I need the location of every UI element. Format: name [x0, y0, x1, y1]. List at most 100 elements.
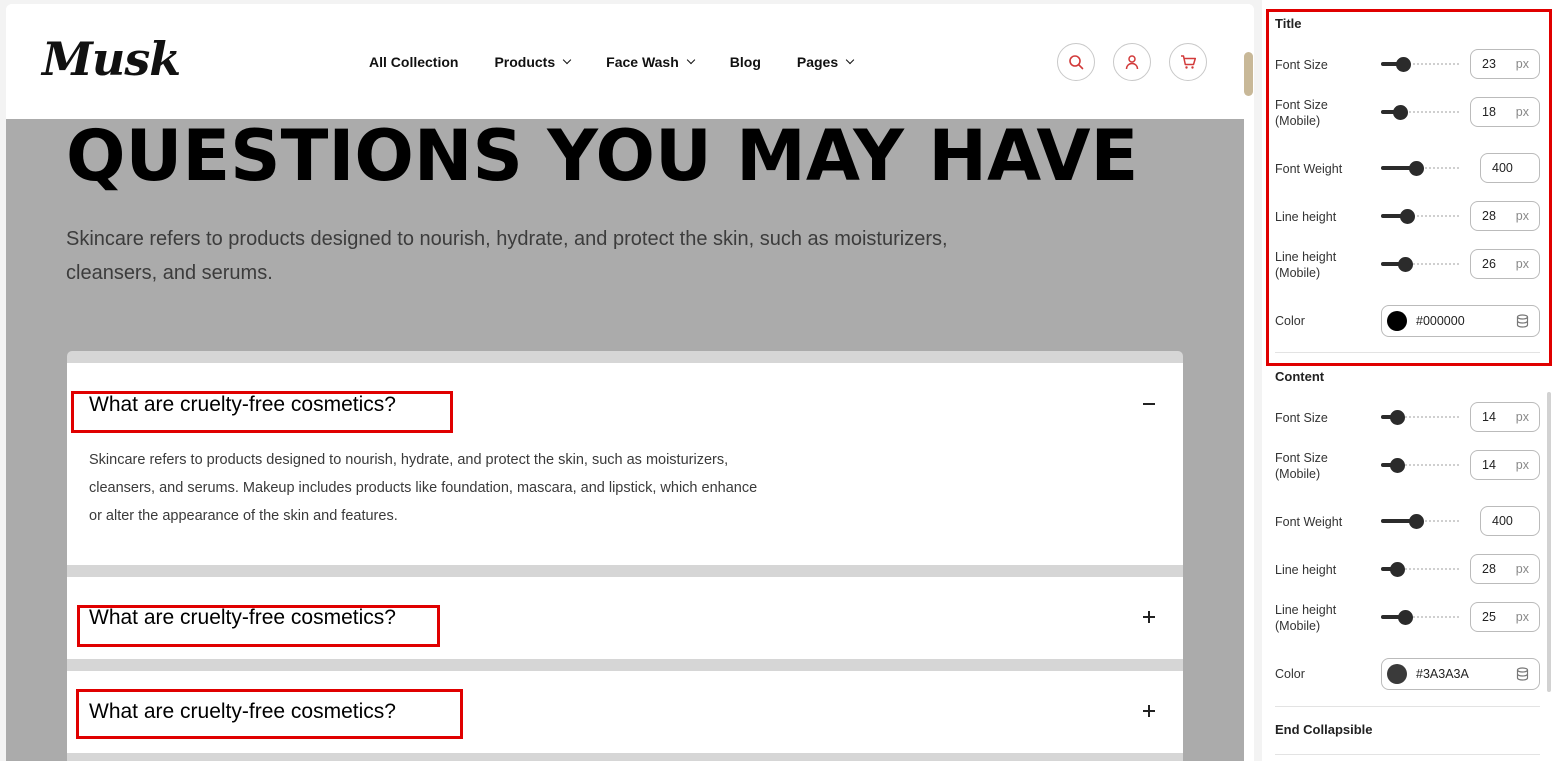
- content-font-weight-label: Font Weight: [1275, 515, 1343, 529]
- nav-all-collection[interactable]: All Collection: [369, 52, 458, 72]
- site-header: Musk All Collection Products Face Wash B…: [6, 4, 1254, 119]
- content-font-size-mobile-slider[interactable]: [1381, 458, 1461, 473]
- section-title: QUESTIONS YOU MAY HAVE: [66, 115, 1139, 197]
- color-value: #000000: [1416, 314, 1465, 328]
- content-font-size-slider[interactable]: [1381, 410, 1461, 425]
- content-section-heading: Content: [1275, 369, 1325, 384]
- title-color-label: Color: [1275, 314, 1305, 328]
- content-font-size-input[interactable]: 14 px: [1470, 402, 1540, 432]
- end-collapsible-heading: End Collapsible: [1275, 722, 1373, 737]
- page-preview: Musk All Collection Products Face Wash B…: [6, 4, 1254, 761]
- panel-scrollbar[interactable]: [1547, 392, 1551, 692]
- account-button[interactable]: [1113, 43, 1151, 81]
- content-font-size-mobile-input[interactable]: 14 px: [1470, 450, 1540, 480]
- content-font-size-mobile-label: Font Size (Mobile): [1275, 451, 1328, 481]
- input-value: 28: [1482, 209, 1496, 223]
- plus-icon[interactable]: [1141, 703, 1157, 719]
- title-font-weight-label: Font Weight: [1275, 162, 1343, 176]
- nav-label: Products: [494, 54, 556, 70]
- title-section-heading: Title: [1275, 16, 1302, 31]
- input-value: 14: [1482, 458, 1496, 472]
- title-line-height-mobile-label: Line height (Mobile): [1275, 250, 1337, 280]
- faq-separator: [67, 659, 1183, 671]
- unit-label: px: [1515, 610, 1529, 624]
- title-font-weight-slider[interactable]: [1381, 161, 1461, 176]
- color-swatch[interactable]: [1387, 664, 1407, 684]
- unit-label: px: [1515, 57, 1529, 71]
- unit-label: px: [1515, 105, 1529, 119]
- title-line-height-mobile-input[interactable]: 26 px: [1470, 249, 1540, 279]
- faq-separator: [67, 351, 1183, 363]
- title-font-size-mobile-input[interactable]: 18 px: [1470, 97, 1540, 127]
- nav-blog[interactable]: Blog: [730, 52, 761, 72]
- search-button[interactable]: [1057, 43, 1095, 81]
- title-line-height-mobile-slider[interactable]: [1381, 257, 1461, 272]
- minus-icon[interactable]: [1141, 396, 1157, 412]
- content-color-label: Color: [1275, 667, 1305, 681]
- content-line-height-mobile-label: Line height (Mobile): [1275, 603, 1337, 633]
- title-line-height-label: Line height: [1275, 210, 1337, 224]
- content-line-height-input[interactable]: 28 px: [1470, 554, 1540, 584]
- chevron-down-icon: [686, 55, 696, 65]
- title-font-weight-input[interactable]: 400: [1480, 153, 1540, 183]
- content-line-height-slider[interactable]: [1381, 562, 1461, 577]
- color-value: #3A3A3A: [1416, 667, 1469, 681]
- title-color-picker[interactable]: #000000: [1381, 305, 1540, 337]
- nav-face-wash[interactable]: Face Wash: [606, 52, 696, 72]
- unit-label: px: [1515, 257, 1529, 271]
- title-font-size-slider[interactable]: [1381, 57, 1461, 72]
- content-line-height-mobile-input[interactable]: 25 px: [1470, 602, 1540, 632]
- preview-scrollbar[interactable]: [1244, 52, 1253, 96]
- nav-label: Pages: [796, 54, 839, 70]
- nav-products[interactable]: Products: [494, 52, 572, 72]
- title-line-height-input[interactable]: 28 px: [1470, 201, 1540, 231]
- content-line-height-label: Line height: [1275, 563, 1337, 577]
- content-line-height-mobile-slider[interactable]: [1381, 610, 1461, 625]
- database-icon[interactable]: [1516, 314, 1529, 328]
- faq-answer: Skincare refers to products designed to …: [89, 452, 758, 524]
- plus-icon[interactable]: [1141, 609, 1157, 625]
- title-font-size-label: Font Size: [1275, 58, 1328, 72]
- site-logo[interactable]: Musk: [42, 32, 181, 86]
- faq-question[interactable]: What are cruelty-free cosmetics?: [89, 393, 396, 417]
- section-description: Skincare refers to products designed to …: [66, 228, 948, 284]
- input-value: 18: [1482, 105, 1496, 119]
- section-divider: [1275, 754, 1540, 755]
- unit-label: px: [1515, 562, 1529, 576]
- faq-question[interactable]: What are cruelty-free cosmetics?: [89, 700, 396, 724]
- content-color-picker[interactable]: #3A3A3A: [1381, 658, 1540, 690]
- title-line-height-slider[interactable]: [1381, 209, 1461, 224]
- search-icon: [1069, 55, 1084, 70]
- nav-label: All Collection: [369, 54, 459, 70]
- input-value: 23: [1482, 57, 1496, 71]
- title-font-size-mobile-slider[interactable]: [1381, 105, 1461, 120]
- input-value: 26: [1482, 257, 1496, 271]
- database-icon[interactable]: [1516, 667, 1529, 681]
- content-font-size-label: Font Size: [1275, 411, 1328, 425]
- color-swatch[interactable]: [1387, 311, 1407, 331]
- faq-item: What are cruelty-free cosmetics?: [67, 577, 1183, 659]
- cart-button[interactable]: [1169, 43, 1207, 81]
- input-value: 28: [1482, 562, 1496, 576]
- nav-label: Face Wash: [606, 54, 679, 70]
- faq-item: What are cruelty-free cosmetics? Skincar…: [67, 363, 1183, 565]
- settings-panel: Title Font Size 23 px Font Size (Mobile) …: [1262, 0, 1553, 761]
- faq-item: What are cruelty-free cosmetics?: [67, 671, 1183, 753]
- unit-label: px: [1515, 458, 1529, 472]
- main-nav: All Collection Products Face Wash Blog P…: [369, 52, 889, 72]
- content-font-weight-input[interactable]: 400: [1480, 506, 1540, 536]
- faq-question[interactable]: What are cruelty-free cosmetics?: [89, 606, 396, 630]
- title-font-size-mobile-label: Font Size (Mobile): [1275, 98, 1328, 128]
- unit-label: px: [1515, 209, 1529, 223]
- unit-label: px: [1515, 410, 1529, 424]
- nav-pages[interactable]: Pages: [796, 52, 855, 72]
- input-value: 400: [1492, 514, 1513, 528]
- faq-section: QUESTIONS YOU MAY HAVE Skincare refers t…: [6, 115, 1244, 761]
- faq-separator: [67, 753, 1183, 761]
- input-value: 25: [1482, 610, 1496, 624]
- user-icon: [1125, 55, 1139, 70]
- input-value: 14: [1482, 410, 1496, 424]
- content-font-weight-slider[interactable]: [1381, 514, 1461, 529]
- title-font-size-input[interactable]: 23 px: [1470, 49, 1540, 79]
- input-value: 400: [1492, 161, 1513, 175]
